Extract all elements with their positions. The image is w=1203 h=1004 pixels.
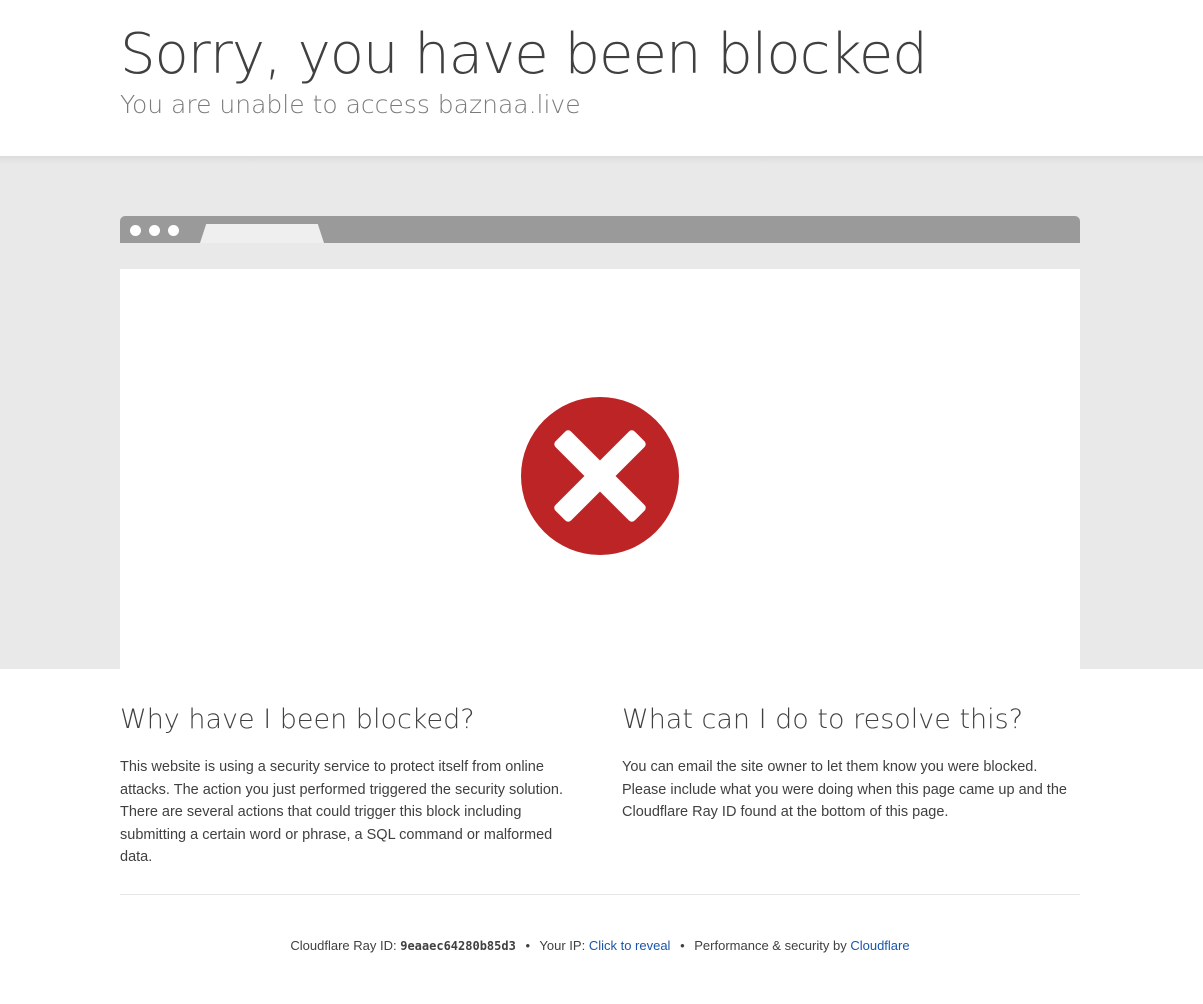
window-dot-icon xyxy=(149,225,160,236)
resolve-text: You can email the site owner to let them… xyxy=(622,759,1067,820)
resolve-heading: What can I do to resolve this? xyxy=(622,704,1024,735)
reveal-ip-link[interactable]: Click to reveal xyxy=(589,938,671,953)
cloudflare-link[interactable]: Cloudflare xyxy=(850,938,909,953)
resolve-section: What can I do to resolve this? You can e… xyxy=(622,700,1082,824)
page-title: Sorry, you have been blocked xyxy=(120,22,928,87)
ray-id-label: Cloudflare Ray ID: xyxy=(290,938,397,953)
browser-illustration-body xyxy=(120,269,1080,669)
ray-id-value: 9eaaec64280b85d3 xyxy=(400,939,516,953)
footer-separator: • xyxy=(680,938,685,953)
performance-label: Performance & security by xyxy=(694,938,847,953)
browser-tab-illustration xyxy=(200,224,324,243)
page-subtitle: You are unable to access baznaa.live xyxy=(120,90,581,119)
footer-divider xyxy=(120,894,1080,895)
page-header: Sorry, you have been blocked You are una… xyxy=(120,22,1080,122)
browser-illustration-bar xyxy=(120,216,1080,243)
why-blocked-text: This website is using a security service… xyxy=(120,759,564,865)
footer-separator: • xyxy=(525,938,531,953)
why-blocked-heading: Why have I been blocked? xyxy=(120,704,475,735)
footer: Cloudflare Ray ID: 9eaaec64280b85d3 • Yo… xyxy=(120,937,1080,955)
ip-label: Your IP: xyxy=(539,938,586,953)
window-dot-icon xyxy=(168,225,179,236)
window-dot-icon xyxy=(130,225,141,236)
why-blocked-section: Why have I been blocked? This website is… xyxy=(120,700,580,869)
error-x-icon xyxy=(521,397,679,555)
